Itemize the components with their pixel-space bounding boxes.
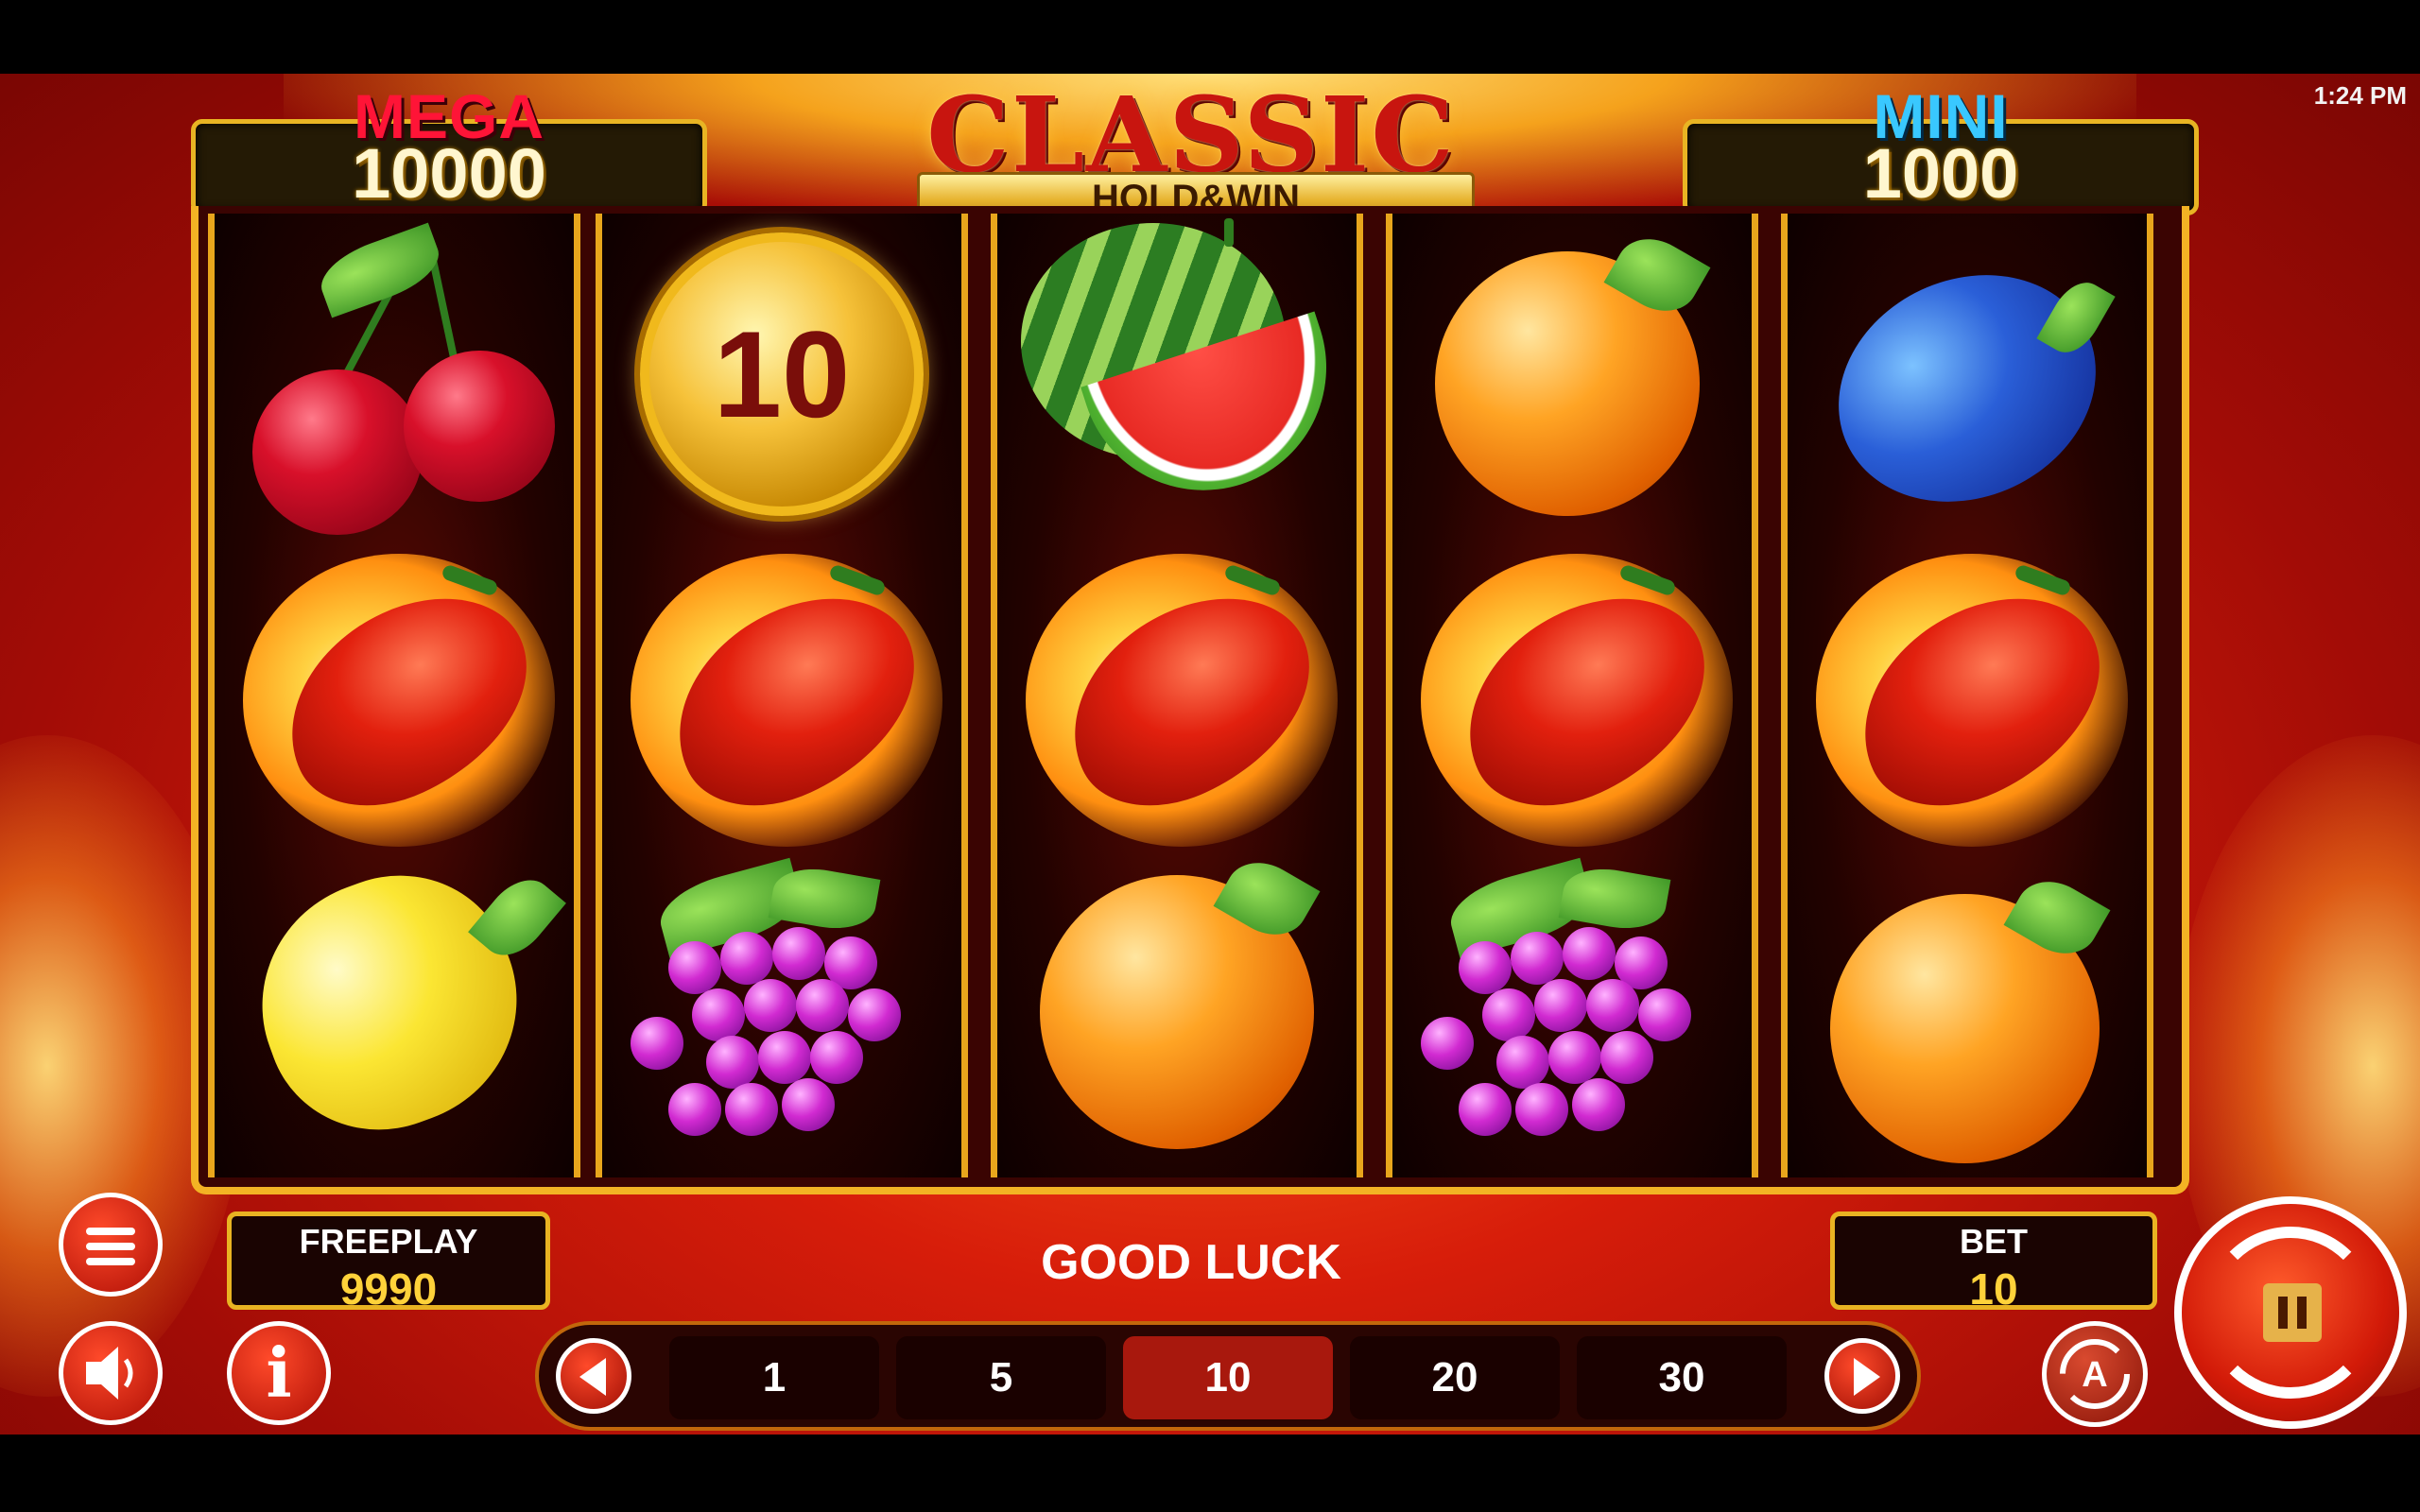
sound-button[interactable] [59,1321,163,1425]
symbol-orange [1392,214,1752,535]
previous-bet-button[interactable] [556,1338,631,1414]
symbol-plum [1788,214,2147,543]
mega-jackpot: MEGA 10000 [191,81,707,215]
bet-option-30[interactable]: 30 [1577,1336,1787,1419]
reel-1 [208,214,580,1177]
reel-4 [1386,214,1758,1177]
bet-option-10-selected[interactable]: 10 [1123,1336,1333,1419]
symbol-orange [1788,856,2147,1177]
symbol-chilli [1392,535,1752,856]
info-icon: i [266,1332,292,1413]
bet-option-5[interactable]: 5 [896,1336,1106,1419]
symbol-orange [997,849,1357,1177]
symbol-lemon [215,843,574,1177]
mega-jackpot-value: 10000 [352,134,546,213]
info-button[interactable]: i [227,1321,331,1425]
autoplay-icon: A [2060,1339,2130,1409]
mini-jackpot-value: 1000 [1862,134,2019,213]
menu-button[interactable] [59,1193,163,1297]
svg-text:A: A [2082,1355,2107,1395]
balance-label: FREEPLAY [299,1222,478,1261]
status-message: GOOD LUCK [1041,1235,1341,1290]
spin-button[interactable] [2174,1196,2407,1429]
reel-3 [991,214,1363,1177]
symbol-cherry [215,214,574,535]
bet-label: BET [1960,1222,2028,1261]
symbol-chilli [997,535,1357,856]
bet-option-20[interactable]: 20 [1350,1336,1560,1419]
symbol-grapes [602,856,961,1177]
balance-panel: FREEPLAY 9990 [227,1211,550,1314]
balance-value: 9990 [339,1264,438,1314]
autoplay-button[interactable]: A [2042,1321,2148,1427]
coin-value: 10 [640,232,924,516]
reel-grid: 10 [191,206,2189,1194]
reel-2: 10 [596,214,968,1177]
bet-selector: 1 5 10 20 30 [535,1321,1921,1431]
speaker-icon [86,1347,133,1400]
chevron-right-icon [1854,1358,1880,1396]
symbol-watermelon [997,214,1358,535]
symbol-coin: 10 [602,214,961,535]
mini-jackpot: MINI 1000 [1683,81,2199,215]
symbol-chilli [602,535,961,856]
chevron-left-icon [579,1358,606,1396]
status-clock: 1:24 PM [2313,81,2407,110]
symbol-grapes [1392,856,1752,1177]
pause-icon [2263,1283,2322,1342]
symbol-chilli [1788,535,2147,856]
reel-5 [1781,214,2153,1177]
bet-option-1[interactable]: 1 [669,1336,879,1419]
bet-panel: BET 10 [1830,1211,2157,1314]
bet-value: 10 [1969,1264,2018,1314]
symbol-chilli [215,535,574,856]
next-bet-button[interactable] [1824,1338,1900,1414]
